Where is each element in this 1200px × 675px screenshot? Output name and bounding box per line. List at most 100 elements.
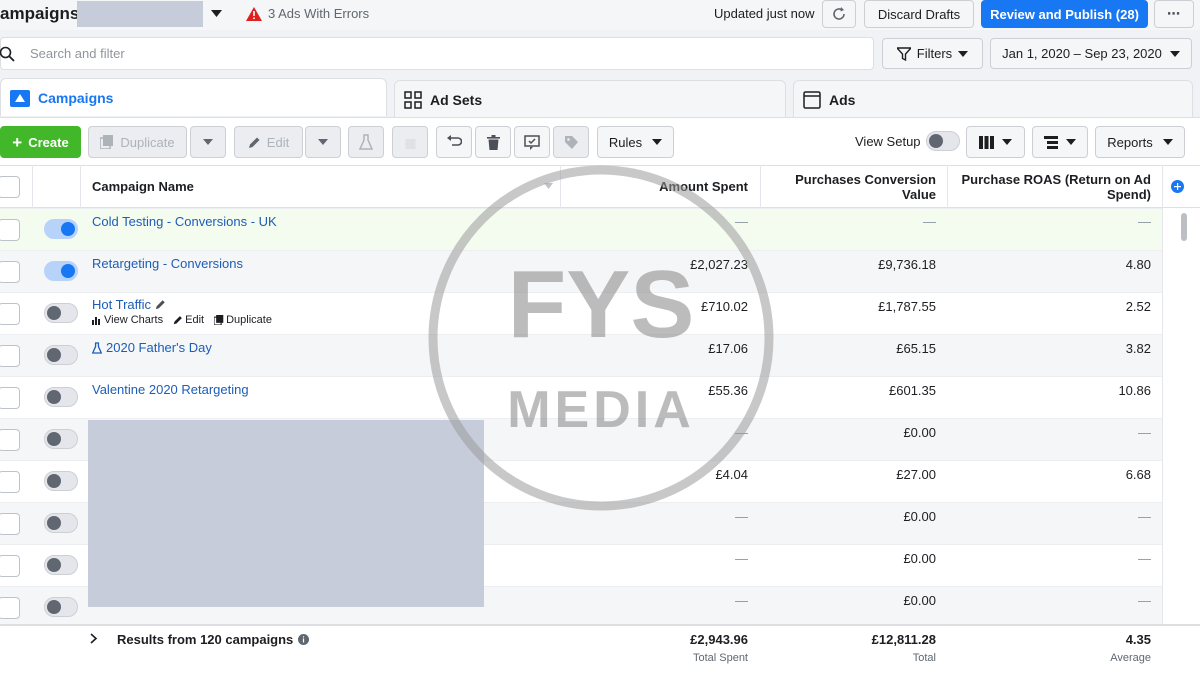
chevron-right-icon[interactable] xyxy=(90,633,98,644)
search-bar[interactable]: Search and filter xyxy=(0,37,874,70)
view-charts-link[interactable]: View Charts xyxy=(92,314,163,326)
table-row[interactable]: Retargeting - Conversions £2,027.23 £9,7… xyxy=(0,250,1162,292)
account-selector-redacted[interactable] xyxy=(77,1,203,27)
pencil-icon[interactable] xyxy=(155,299,166,310)
duplicate-button[interactable]: Duplicate xyxy=(88,126,187,158)
preview-button[interactable] xyxy=(514,126,550,158)
results-label: Results from 120 campaigns xyxy=(117,632,294,647)
flask-icon xyxy=(92,341,102,354)
row-checkbox[interactable] xyxy=(0,387,20,409)
conversion-value-cell: £0.00 xyxy=(903,551,936,566)
table-row[interactable]: Hot Traffic View Charts Edit Duplicate £… xyxy=(0,292,1162,334)
row-checkbox[interactable] xyxy=(0,345,20,367)
reports-button[interactable]: Reports xyxy=(1095,126,1185,158)
tab-campaigns[interactable]: Campaigns xyxy=(0,78,387,116)
conversion-value-cell: £27.00 xyxy=(896,467,936,482)
columns-button[interactable] xyxy=(966,126,1025,158)
campaigns-icon xyxy=(10,89,30,107)
undo-button[interactable] xyxy=(436,126,472,158)
chevron-down-icon xyxy=(958,50,969,57)
campaign-toggle[interactable] xyxy=(44,303,78,323)
review-publish-button[interactable]: Review and Publish (28) xyxy=(981,0,1148,28)
date-range-picker[interactable]: Jan 1, 2020 – Sep 23, 2020 xyxy=(990,38,1192,69)
column-header-purchase-roas[interactable]: Purchase ROAS (Return on Ad Spend) xyxy=(956,165,1151,208)
chevron-down-icon xyxy=(1002,139,1012,145)
info-icon[interactable] xyxy=(298,634,310,645)
discard-drafts-button[interactable]: Discard Drafts xyxy=(864,0,974,28)
trash-icon xyxy=(404,135,417,150)
tag-button[interactable] xyxy=(553,126,589,158)
scrollbar-thumb[interactable] xyxy=(1181,213,1187,241)
column-header-purchases-conversion-value[interactable]: Purchases Conversion Value xyxy=(770,165,936,208)
refresh-button[interactable] xyxy=(822,0,856,28)
table-row[interactable]: 2020 Father's Day £17.06 £65.15 3.82 xyxy=(0,334,1162,376)
sort-icon[interactable] xyxy=(544,182,553,190)
table-row[interactable]: Cold Testing - Conversions - UK — — — xyxy=(0,208,1162,250)
view-setup-label: View Setup xyxy=(855,134,921,149)
row-checkbox[interactable] xyxy=(0,555,20,577)
row-checkbox[interactable] xyxy=(0,219,20,241)
campaign-toggle[interactable] xyxy=(44,555,78,575)
edit-link[interactable]: Edit xyxy=(173,314,204,326)
edit-button[interactable]: Edit xyxy=(234,126,303,158)
preview-icon xyxy=(524,134,540,150)
duplicate-icon xyxy=(100,135,114,149)
bar-chart-icon xyxy=(92,316,102,325)
chevron-down-icon[interactable] xyxy=(211,10,222,17)
campaign-toggle[interactable] xyxy=(44,597,78,617)
row-checkbox[interactable] xyxy=(0,597,20,619)
campaign-name-link[interactable]: Hot Traffic xyxy=(92,297,151,312)
campaign-name-link[interactable]: Valentine 2020 Retargeting xyxy=(92,382,249,397)
roas-cell: — xyxy=(1138,509,1151,524)
tab-ad-sets[interactable]: Ad Sets xyxy=(394,80,786,118)
rules-label: Rules xyxy=(608,134,643,150)
table-row[interactable]: Valentine 2020 Retargeting £55.36 £601.3… xyxy=(0,376,1162,418)
more-options-button[interactable]: ⋯ xyxy=(1154,0,1194,28)
campaign-toggle[interactable] xyxy=(44,345,78,365)
view-charts-label: View Charts xyxy=(104,314,164,326)
search-input[interactable]: Search and filter xyxy=(30,46,125,61)
tab-ads[interactable]: Ads xyxy=(793,80,1193,118)
trash-icon xyxy=(486,134,500,150)
row-checkbox[interactable] xyxy=(0,429,20,451)
add-column-icon[interactable] xyxy=(1171,165,1184,208)
duplicate-link[interactable]: Duplicate xyxy=(214,314,272,326)
campaign-toggle[interactable] xyxy=(44,429,78,449)
row-checkbox[interactable] xyxy=(0,471,20,493)
duplicate-dropdown-button[interactable] xyxy=(190,126,226,158)
campaign-toggle[interactable] xyxy=(44,513,78,533)
filters-button[interactable]: Filters xyxy=(882,38,983,69)
chevron-down-icon xyxy=(652,139,663,145)
column-header-campaign-name[interactable]: Campaign Name xyxy=(92,165,194,208)
create-button[interactable]: + Create xyxy=(0,126,81,158)
chevron-down-icon xyxy=(203,139,213,145)
campaign-toggle[interactable] xyxy=(44,471,78,491)
row-checkbox[interactable] xyxy=(0,303,20,325)
ab-test-button[interactable] xyxy=(348,126,384,158)
campaign-toggle[interactable] xyxy=(44,219,78,239)
edit-dropdown-button[interactable] xyxy=(305,126,341,158)
rules-button[interactable]: Rules xyxy=(597,126,674,158)
delete-draft-button[interactable] xyxy=(392,126,428,158)
toggle-switch[interactable] xyxy=(926,131,960,151)
average-roas-label: Average xyxy=(1110,652,1151,664)
campaign-toggle[interactable] xyxy=(44,261,78,281)
campaign-toggle[interactable] xyxy=(44,387,78,407)
errors-indicator[interactable]: 3 Ads With Errors xyxy=(246,6,369,21)
select-all-checkbox[interactable] xyxy=(0,176,20,198)
total-conversion-label: Total xyxy=(912,652,936,664)
row-checkbox[interactable] xyxy=(0,513,20,535)
roas-cell: 4.80 xyxy=(1125,257,1151,272)
view-setup-toggle[interactable] xyxy=(926,131,960,151)
breakdown-button[interactable] xyxy=(1032,126,1088,158)
campaign-name-link[interactable]: Cold Testing - Conversions - UK xyxy=(92,214,277,229)
duplicate-label: Duplicate xyxy=(226,314,272,326)
roas-cell: 2.52 xyxy=(1125,299,1151,314)
amount-spent-cell: £55.36 xyxy=(708,383,748,398)
row-checkbox[interactable] xyxy=(0,261,20,283)
campaign-name-link[interactable]: Retargeting - Conversions xyxy=(92,256,243,271)
amount-spent-cell: — xyxy=(735,214,748,229)
delete-button[interactable] xyxy=(475,126,511,158)
campaign-name-link[interactable]: 2020 Father's Day xyxy=(106,340,212,355)
column-header-amount-spent[interactable]: Amount Spent xyxy=(562,165,748,208)
